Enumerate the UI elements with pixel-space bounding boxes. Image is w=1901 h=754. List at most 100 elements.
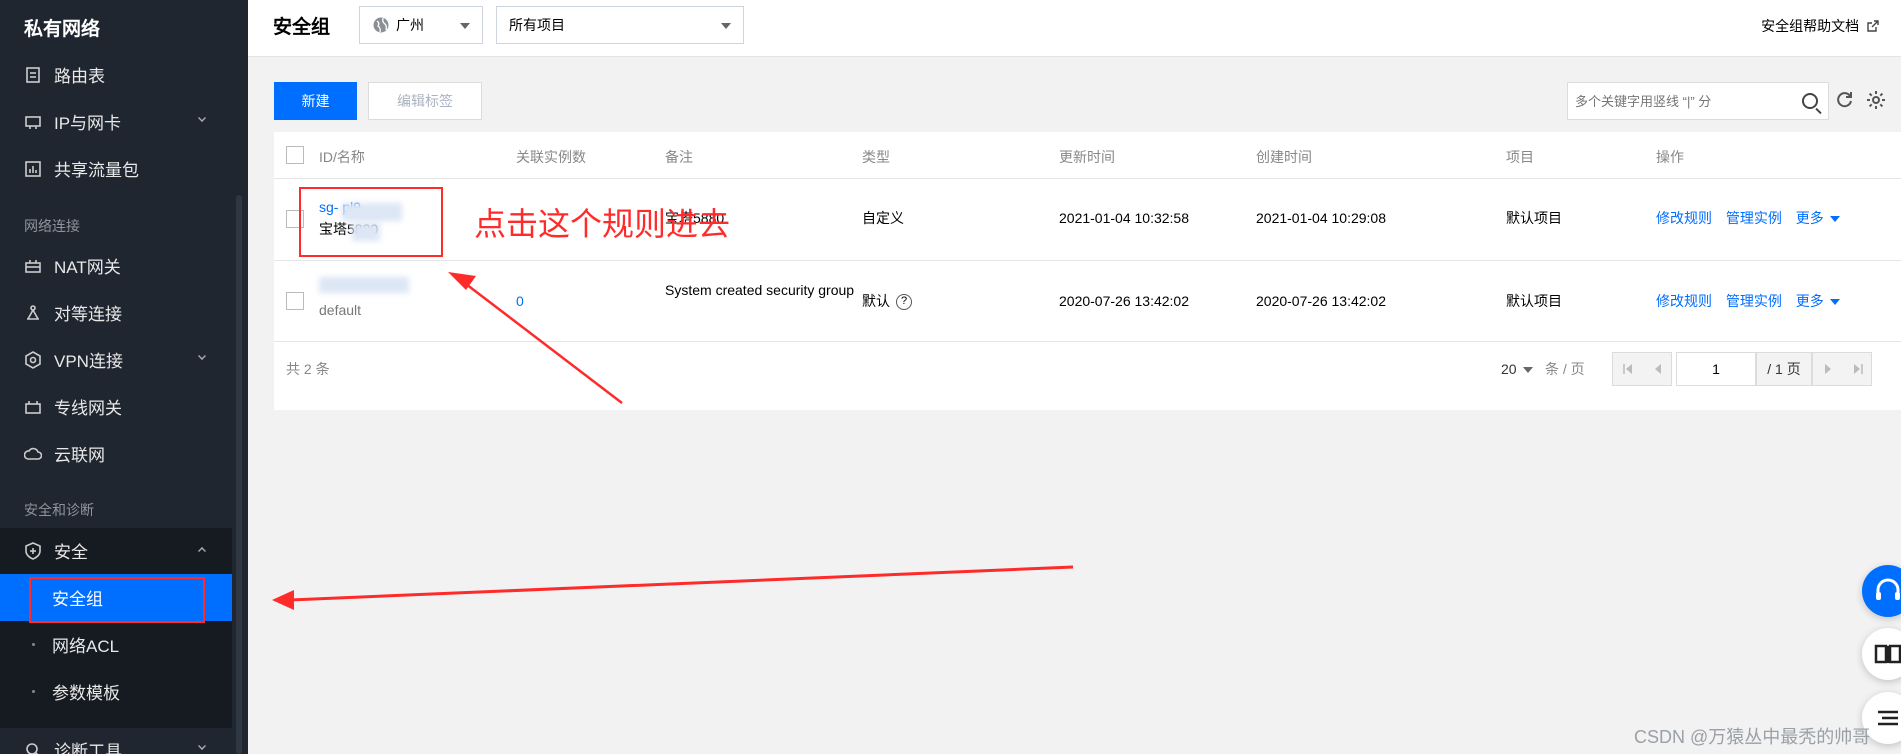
- select-all-checkbox[interactable]: [286, 146, 304, 164]
- headset-icon: [1876, 578, 1900, 600]
- caret-down-icon: [721, 23, 731, 29]
- updated-time: 2021-01-04 10:32:58: [1059, 210, 1189, 226]
- more-link[interactable]: 更多: [1796, 293, 1824, 309]
- nat-gateway-icon: [25, 259, 41, 273]
- row-checkbox[interactable]: [286, 292, 304, 310]
- region-select[interactable]: 广州: [359, 6, 483, 44]
- col-project: 项目: [1506, 149, 1534, 165]
- last-page-icon[interactable]: [1843, 353, 1873, 385]
- col-actions: 操作: [1656, 149, 1684, 165]
- updated-time: 2020-07-26 13:42:02: [1059, 293, 1189, 309]
- col-id-name: ID/名称: [319, 149, 365, 165]
- type: 默认: [862, 293, 890, 309]
- external-link-icon: [1867, 20, 1879, 32]
- shield-icon: [25, 541, 41, 560]
- project-select[interactable]: 所有项目: [496, 6, 744, 44]
- sidebar-item-shared-traffic[interactable]: 共享流量包: [0, 145, 232, 192]
- sidebar-title: 私有网络: [24, 19, 101, 40]
- sidebar-item-peering[interactable]: 对等连接: [0, 289, 232, 336]
- sidebar-item-label: 对等连接: [54, 305, 122, 324]
- sidebar-item-label: 专线网关: [54, 399, 122, 418]
- bar-chart-icon: [25, 160, 41, 177]
- sidebar-item-vpn[interactable]: VPN连接: [0, 336, 232, 383]
- page-total: / 1 页: [1756, 352, 1812, 386]
- security-group-table: ID/名称 关联实例数 备注 类型 更新时间 创建时间 项目 操作 sg- pl…: [274, 132, 1901, 410]
- support-float-button[interactable]: [1862, 565, 1901, 617]
- sidebar-item-label: 安全: [54, 543, 88, 562]
- section-network-connect: 网络连接: [24, 218, 80, 234]
- remark: System created security group: [665, 282, 855, 298]
- manage-instances-link[interactable]: 管理实例: [1726, 293, 1782, 309]
- sidebar-item-nat[interactable]: NAT网关: [0, 242, 232, 289]
- chevron-down-icon: [198, 742, 206, 750]
- new-button[interactable]: 新建: [274, 82, 357, 120]
- sidebar-item-param-template[interactable]: 参数模板: [0, 668, 232, 715]
- caret-down-icon: [1829, 216, 1840, 223]
- type: 自定义: [862, 210, 904, 226]
- project-value: 所有项目: [509, 17, 565, 33]
- col-instances: 关联实例数: [516, 149, 586, 165]
- col-type: 类型: [862, 149, 890, 165]
- help-doc-label: 安全组帮助文档: [1761, 18, 1860, 34]
- created-time: 2021-01-04 10:29:08: [1256, 210, 1386, 226]
- next-page-icon[interactable]: [1813, 353, 1843, 385]
- page-number-input[interactable]: 1: [1676, 352, 1756, 386]
- vpn-icon: [25, 350, 41, 369]
- search-box[interactable]: [1567, 82, 1829, 120]
- page-size-select[interactable]: 20: [1501, 358, 1533, 380]
- bullet-icon: [32, 643, 35, 646]
- refresh-icon[interactable]: [1835, 90, 1855, 110]
- cloud-network-icon: [24, 447, 42, 460]
- caret-down-icon: [1522, 367, 1533, 374]
- sidebar-item-dc-gateway[interactable]: 专线网关: [0, 383, 232, 430]
- sidebar-item-label: 云联网: [54, 446, 105, 465]
- gear-icon[interactable]: [1866, 90, 1886, 110]
- sidebar-item-security[interactable]: 安全: [0, 527, 232, 574]
- per-page-label: 条 / 页: [1545, 361, 1585, 377]
- chevron-down-icon: [198, 352, 206, 360]
- instance-count-link[interactable]: 0: [516, 293, 524, 309]
- help-icon[interactable]: ?: [896, 294, 912, 311]
- security-group-name: default: [319, 302, 362, 318]
- sidebar-item-label: 诊断工具: [54, 742, 122, 754]
- search-icon[interactable]: [1802, 93, 1818, 109]
- help-doc-link[interactable]: 安全组帮助文档: [1761, 16, 1879, 36]
- sidebar-item-label: IP与网卡: [54, 114, 122, 133]
- col-created: 创建时间: [1256, 149, 1312, 165]
- more-link[interactable]: 更多: [1796, 210, 1824, 226]
- caret-down-icon: [1829, 299, 1840, 306]
- annotation-text: 点击这个规则进去: [474, 205, 731, 243]
- search-input[interactable]: [1568, 83, 1788, 119]
- header: 安全组 广州 所有项目 安全组帮助文档: [248, 0, 1901, 57]
- prev-page-icon[interactable]: [1643, 353, 1673, 385]
- peering-icon: [27, 304, 39, 320]
- modify-rules-link[interactable]: 修改规则: [1656, 293, 1712, 309]
- sidebar-item-network-acl[interactable]: 网络ACL: [0, 621, 232, 668]
- blurred-id: [319, 277, 409, 293]
- book-icon: [1874, 644, 1901, 664]
- sidebar-scrollbar[interactable]: [236, 195, 242, 754]
- project: 默认项目: [1506, 210, 1562, 226]
- sidebar: 私有网络 路由表 IP与网卡 共享流量包 网络连接 NAT网关 对等连接 VPN…: [0, 0, 248, 754]
- bullet-icon: [32, 690, 35, 693]
- sidebar-item-route-table[interactable]: 路由表: [0, 51, 232, 98]
- table-header: ID/名称 关联实例数 备注 类型 更新时间 创建时间 项目 操作: [274, 132, 1901, 179]
- manage-instances-link[interactable]: 管理实例: [1726, 210, 1782, 226]
- sidebar-item-label: 路由表: [54, 67, 105, 86]
- globe-icon: [373, 17, 389, 33]
- docs-float-button[interactable]: [1862, 628, 1901, 680]
- annotation-highlight-rule: [299, 187, 443, 257]
- diagnosis-icon: [26, 742, 39, 754]
- sidebar-item-label: 参数模板: [52, 684, 120, 703]
- sidebar-item-ccn[interactable]: 云联网: [0, 430, 232, 477]
- annotation-highlight-security-group: [29, 577, 205, 623]
- modify-rules-link[interactable]: 修改规则: [1656, 210, 1712, 226]
- first-page-icon[interactable]: [1613, 353, 1643, 385]
- network-card-icon: [25, 115, 41, 129]
- arrow-head: [272, 590, 294, 610]
- region-value: 广州: [396, 17, 424, 33]
- created-time: 2020-07-26 13:42:02: [1256, 293, 1386, 309]
- sidebar-item-diag-tools[interactable]: 诊断工具: [0, 726, 232, 754]
- edit-tags-button[interactable]: 编辑标签: [368, 82, 482, 120]
- sidebar-item-ip-nic[interactable]: IP与网卡: [0, 98, 232, 145]
